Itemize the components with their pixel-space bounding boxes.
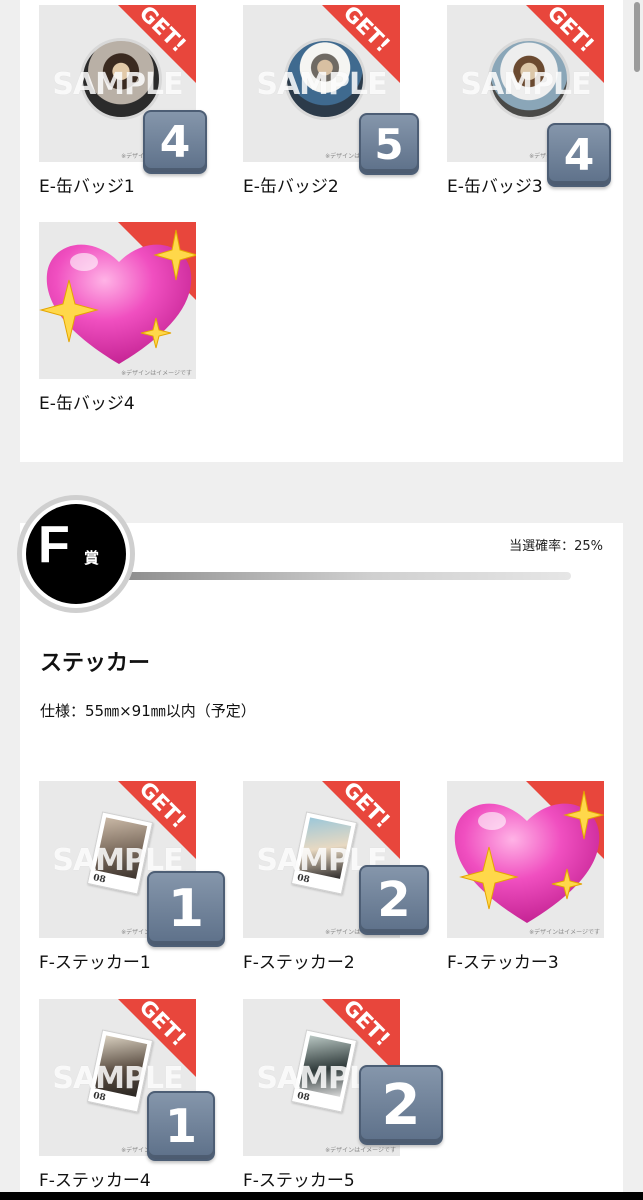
award-suffix: 賞 [84,549,100,567]
prize-item-e4[interactable]: ※デザインはイメージです E-缶バッジ4 [39,222,199,414]
prize-item-e1[interactable]: SAMPLE ※デザインはイメージです GET! E-缶バッジ1 4 [39,5,207,197]
probability-bar [120,572,571,580]
count-keycap-icon: 1 [147,1091,215,1161]
scrollbar[interactable] [634,2,640,72]
item-label: F-ステッカー2 [243,953,355,973]
item-label: F-ステッカー1 [39,953,151,973]
heart-sparkle-icon [454,790,604,923]
prize-item-f2[interactable]: 08 SAMPLE ※デザインはイメージです GET! F-ステッカー2 2 [243,781,429,973]
count-keycap-icon: 1 [147,871,225,947]
prize-panel-e: SAMPLE ※デザインはイメージです GET! E-缶バッジ1 4 SAMPL… [20,0,623,462]
item-label: F-ステッカー5 [243,1171,355,1191]
count-keycap-icon: 2 [359,1065,443,1145]
count-keycap-icon: 4 [547,123,611,187]
item-label: F-ステッカー3 [447,953,559,973]
item-label: E-缶バッジ1 [39,177,135,197]
count-keycap-icon: 2 [359,865,429,935]
prize-item-f1[interactable]: 08 SAMPLE ※デザインはイメージです GET! F-ステッカー1 1 [39,781,225,973]
prize-item-f4[interactable]: 08 SAMPLE ※デザインはイメージです GET! F-ステッカー4 1 [39,999,215,1191]
item-label: F-ステッカー4 [39,1171,151,1191]
prize-spec: 仕様：55㎜×91㎜以内（予定） [40,702,256,720]
win-probability: 当選確率：25% [509,539,603,554]
item-label: E-缶バッジ2 [243,177,339,197]
award-letter: F [38,516,70,574]
prize-item-f3[interactable]: ※デザインはイメージです F-ステッカー3 [447,781,607,973]
item-label: E-缶バッジ4 [39,394,135,414]
count-keycap-icon: 5 [359,113,419,175]
item-thumbnail: ※デザインはイメージです [39,222,196,379]
heart-sparkle-icon [39,229,196,364]
item-thumbnail: ※デザインはイメージです [447,781,604,938]
prize-item-e3[interactable]: SAMPLE ※デザインはイメージです GET! E-缶バッジ3 4 [447,5,611,197]
prize-title: ステッカー [40,651,151,676]
prize-item-e2[interactable]: SAMPLE ※デザインはイメージです GET! E-缶バッジ2 5 [243,5,419,197]
count-keycap-icon: 4 [143,110,207,174]
prize-item-f5[interactable]: 08 SAMPLE ※デザインはイメージです GET! F-ステッカー5 2 [243,999,443,1191]
design-note: ※デザインはイメージです [325,1147,396,1154]
bottom-edge [0,1192,643,1200]
